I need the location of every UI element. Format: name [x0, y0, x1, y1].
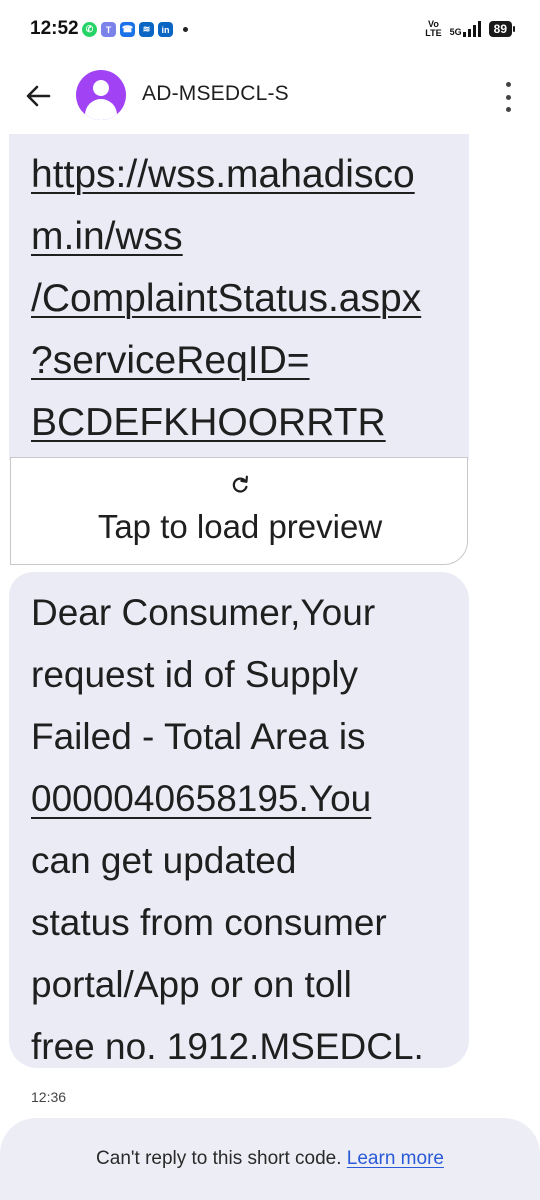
whatsapp-icon: ✆ [82, 22, 97, 37]
more-vert-dot [505, 94, 511, 100]
avatar[interactable] [76, 70, 126, 120]
conversation-header: AD-MSEDCL-S [0, 64, 540, 128]
message-link-text[interactable]: https://wss.mahadisco m.in/wss /Complain… [31, 144, 421, 454]
message-line: portal/App or on toll [31, 964, 352, 1005]
link-preview-card[interactable]: Tap to load preview [10, 457, 468, 565]
back-button[interactable] [18, 74, 58, 118]
person-icon-body [85, 99, 117, 120]
load-preview-label[interactable]: Tap to load preview [11, 508, 469, 546]
message-line: free no. 1912.MSEDCL. [31, 1026, 424, 1067]
reply-notice-text: Can't reply to this short code. [96, 1148, 342, 1169]
lte-label: LTE [425, 28, 442, 38]
message-link[interactable]: https://wss.mahadisco [31, 153, 415, 196]
messenger-icon: ≋ [139, 22, 154, 37]
teams-icon: T [101, 22, 116, 37]
message-line: can get updated [31, 840, 297, 881]
reply-notice-bar: Can't reply to this short code. Learn mo… [0, 1118, 540, 1200]
message-link[interactable]: m.in/wss [31, 215, 183, 258]
network-type: 5G [449, 27, 462, 37]
learn-more-link[interactable]: Learn more [347, 1148, 444, 1169]
more-vert-icon [505, 82, 511, 87]
message-body-text: Dear Consumer,Your request id of Supply … [31, 582, 424, 1078]
message-timestamp: 12:36 [31, 1089, 67, 1105]
message-bubble-link[interactable]: https://wss.mahadisco m.in/wss /Complain… [9, 134, 469, 460]
message-bubble-body[interactable]: Dear Consumer,Your request id of Supply … [9, 572, 469, 1068]
phone-app-icon: ☎ [120, 22, 135, 37]
linkedin-icon: in [158, 22, 173, 37]
signal-icon [462, 21, 481, 37]
message-link[interactable]: /ComplaintStatus.aspx [31, 277, 421, 320]
status-bar: 12:52 ✆ T ☎ ≋ in Vo LTE 5G 89 [0, 0, 540, 64]
message-line: Dear Consumer,Your [31, 592, 376, 633]
message-line: Failed - Total Area is [31, 716, 366, 757]
refresh-icon [232, 475, 248, 493]
message-link[interactable]: BCDEFKHOORRTR [31, 401, 386, 444]
arrow-left-icon [26, 85, 51, 107]
message-line: status from consumer [31, 902, 387, 943]
person-icon [93, 80, 109, 96]
request-id-link[interactable]: 0000040658195.You [31, 778, 371, 819]
status-time: 12:52 [30, 18, 79, 39]
battery-icon: 89 [488, 21, 516, 37]
reply-notice: Can't reply to this short code. Learn mo… [0, 1148, 540, 1170]
message-link[interactable]: ?serviceReqID= [31, 339, 310, 382]
message-line: request id of Supply [31, 654, 359, 695]
contact-name[interactable]: AD-MSEDCL-S [142, 82, 289, 106]
more-vert-dot [505, 107, 511, 112]
notification-icons: ✆ T ☎ ≋ in [82, 22, 188, 37]
more-notifications-dot [183, 27, 188, 32]
more-options-button[interactable] [498, 82, 518, 112]
volte-indicator: Vo LTE [425, 20, 441, 38]
